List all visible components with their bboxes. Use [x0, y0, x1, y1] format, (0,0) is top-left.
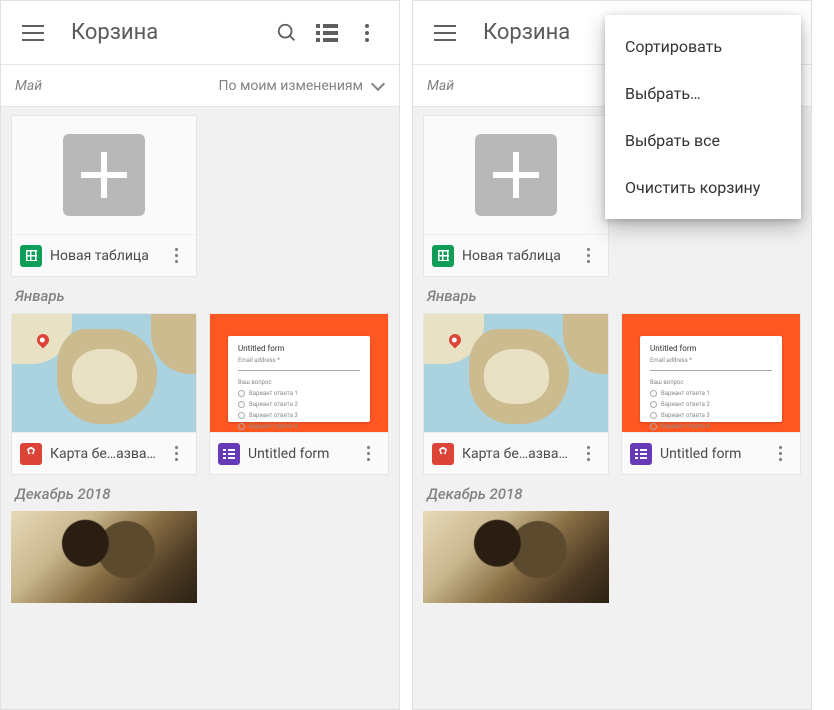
forms-icon — [630, 443, 652, 465]
file-name: Новая таблица — [462, 248, 568, 264]
pane-left: Корзина Май По моим изменениям — [0, 0, 400, 710]
thumbnail-photo[interactable] — [11, 511, 197, 603]
more-button[interactable] — [347, 13, 387, 53]
sheets-icon — [20, 245, 42, 267]
thumbnail-map — [12, 314, 196, 432]
form-preview: Untitled form Email address * Ваш вопрос… — [640, 336, 782, 422]
overflow-menu: Сортировать Выбрать… Выбрать все Очистит… — [605, 15, 801, 219]
more-vert-icon — [365, 24, 369, 42]
file-card-sheet[interactable]: Новая таблица — [11, 115, 197, 277]
thumbnail-map — [424, 314, 608, 432]
menu-item-select-all[interactable]: Выбрать все — [605, 117, 801, 164]
sort-by-label: По моим изменениям — [219, 78, 363, 94]
menu-button[interactable] — [13, 13, 53, 53]
thumbnail-form: Untitled form Email address * Ваш вопрос… — [210, 314, 388, 432]
file-name: Карта бе…азвания — [462, 446, 568, 462]
card-more-button[interactable] — [164, 244, 188, 268]
menu-item-empty-trash[interactable]: Очистить корзину — [605, 164, 801, 211]
sort-bar: Май По моим изменениям — [1, 65, 399, 107]
menu-item-sort[interactable]: Сортировать — [605, 23, 801, 70]
card-footer: Untitled form — [210, 432, 388, 474]
plus-icon — [475, 134, 557, 216]
page-title: Корзина — [71, 20, 267, 45]
file-name: Untitled form — [248, 446, 348, 462]
card-footer: Новая таблица — [12, 234, 196, 276]
card-more-button[interactable] — [576, 244, 600, 268]
thumbnail-form: Untitled form Email address * Ваш вопрос… — [622, 314, 800, 432]
card-more-button[interactable] — [576, 442, 600, 466]
thumbnail-blank — [12, 116, 196, 234]
file-name: Untitled form — [660, 446, 760, 462]
file-card-map[interactable]: Карта бе…азвания — [11, 313, 197, 475]
view-toggle-button[interactable] — [307, 13, 347, 53]
forms-icon — [218, 443, 240, 465]
list-view-icon — [316, 24, 338, 42]
content-area: Новая таблица Январь Карта бе…азвания — [1, 107, 399, 611]
app-bar: Корзина — [1, 1, 399, 65]
card-footer: Новая таблица — [424, 234, 608, 276]
file-card-map[interactable]: Карта бе…азвания — [423, 313, 609, 475]
section-label-december: Декабрь 2018 — [11, 475, 389, 511]
search-button[interactable] — [267, 13, 307, 53]
card-more-button[interactable] — [164, 442, 188, 466]
menu-item-select[interactable]: Выбрать… — [605, 70, 801, 117]
arrow-down-icon — [371, 79, 385, 93]
pane-right: Корзина Май Новая таблица Январь — [412, 0, 812, 710]
card-footer: Карта бе…азвания — [12, 432, 196, 474]
file-card-form[interactable]: Untitled form Email address * Ваш вопрос… — [621, 313, 801, 475]
section-month-label: Май — [15, 78, 42, 94]
file-name: Карта бе…азвания — [50, 446, 156, 462]
grid-row-december — [11, 511, 389, 603]
section-month-label: Май — [427, 78, 454, 94]
sheets-icon — [432, 245, 454, 267]
file-name: Новая таблица — [50, 248, 156, 264]
maps-icon — [20, 443, 42, 465]
hamburger-icon — [434, 32, 456, 34]
card-more-button[interactable] — [356, 442, 380, 466]
thumbnail-photo[interactable] — [423, 511, 609, 603]
section-label-december: Декабрь 2018 — [423, 475, 801, 511]
file-card-form[interactable]: Untitled form Email address * Ваш вопрос… — [209, 313, 389, 475]
form-preview: Untitled form Email address * Ваш вопрос… — [228, 336, 370, 422]
sort-by-button[interactable]: По моим изменениям — [219, 78, 385, 94]
section-label-january: Январь — [11, 277, 389, 313]
grid-row-may: Новая таблица — [11, 115, 389, 277]
card-footer: Untitled form — [622, 432, 800, 474]
world-map-icon — [424, 314, 608, 432]
card-footer: Карта бе…азвания — [424, 432, 608, 474]
card-more-button[interactable] — [768, 442, 792, 466]
search-icon — [276, 22, 298, 44]
grid-row-january: Карта бе…азвания Untitled form Email add… — [11, 313, 389, 475]
thumbnail-blank — [424, 116, 608, 234]
maps-icon — [432, 443, 454, 465]
hamburger-icon — [22, 32, 44, 34]
plus-icon — [63, 134, 145, 216]
file-card-sheet[interactable]: Новая таблица — [423, 115, 609, 277]
menu-button[interactable] — [425, 13, 465, 53]
grid-row-december — [423, 511, 801, 603]
section-label-january: Январь — [423, 277, 801, 313]
grid-row-january: Карта бе…азвания Untitled form Email add… — [423, 313, 801, 475]
world-map-icon — [12, 314, 196, 432]
